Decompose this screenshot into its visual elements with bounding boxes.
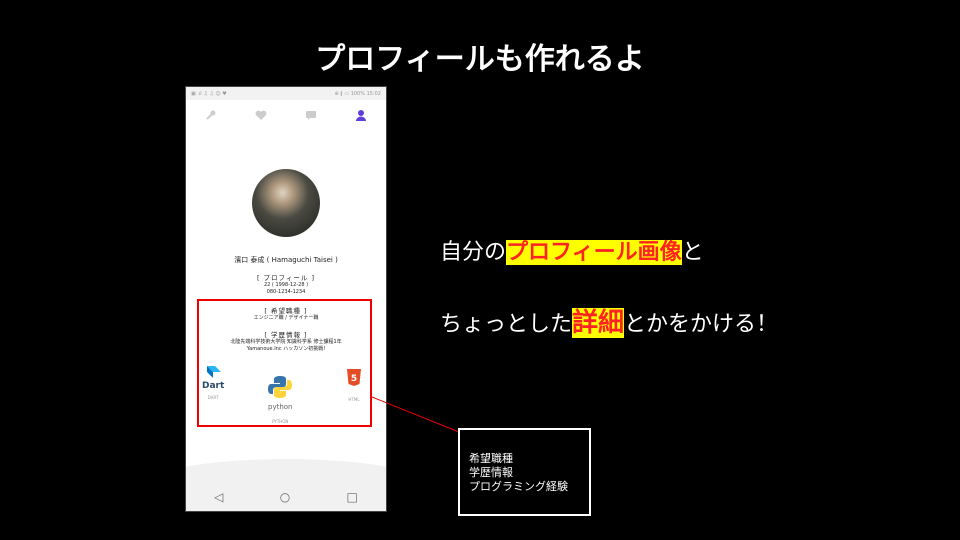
line1-highlight: プロフィール画像: [506, 240, 682, 265]
caption-line-1: 自分のプロフィール画像と: [440, 234, 704, 266]
note-line-job: 希望職種: [469, 452, 513, 465]
caption-line-2: ちょっとした詳細とかをかける！: [440, 302, 778, 339]
note-line-education: 学歴情報: [469, 466, 513, 479]
line2-prefix: ちょっとした: [440, 312, 573, 337]
line2-highlight: 詳細: [572, 308, 625, 338]
note-line-programming: プログラミング経験: [469, 480, 568, 493]
note-box: 希望職種 学歴情報 プログラミング経験: [458, 428, 591, 516]
line1-prefix: 自分の: [440, 240, 507, 265]
line1-suffix: と: [681, 240, 704, 265]
line2-suffix: とかをかける！: [624, 312, 779, 337]
